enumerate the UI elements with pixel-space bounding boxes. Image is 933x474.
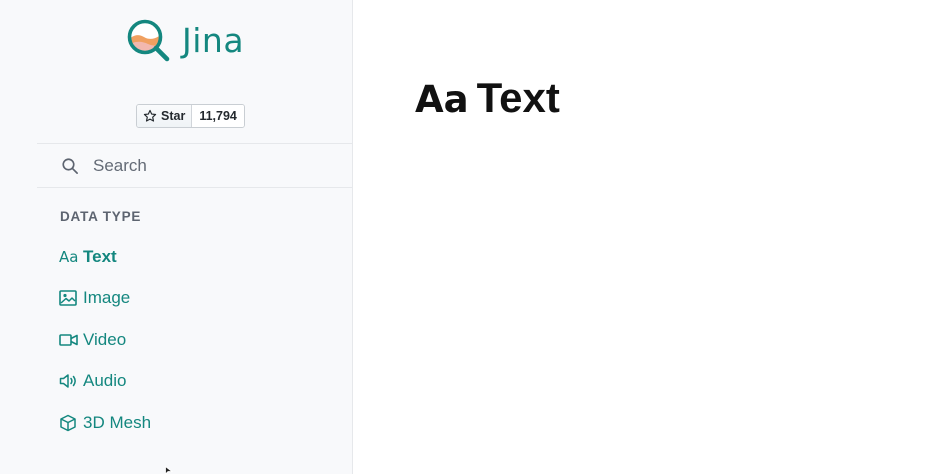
jina-logo-icon	[127, 19, 170, 62]
sidebar-item-label: Image	[83, 288, 131, 308]
star-icon	[143, 109, 157, 122]
text-aa-icon: Aa	[59, 247, 79, 266]
github-star-label: Star	[161, 109, 186, 123]
image-icon	[59, 290, 78, 307]
github-star-button[interactable]: Star	[137, 105, 192, 127]
video-icon	[59, 333, 78, 347]
section-heading-data-type: DATA TYPE	[60, 209, 142, 224]
search-icon	[62, 157, 78, 174]
page-title: Aa Text	[415, 74, 560, 122]
search-bar[interactable]	[37, 143, 352, 188]
mouse-cursor-icon	[165, 466, 174, 474]
data-type-nav: Aa Text Image Video Audio 3D Mesh	[59, 236, 319, 444]
app-window: Jina Star 11,794 DATA TYPE Aa Text	[0, 0, 933, 474]
title-text-aa-icon: Aa	[415, 78, 469, 121]
sidebar-item-label: Audio	[83, 371, 127, 391]
sidebar-item-3d-mesh[interactable]: 3D Mesh	[59, 402, 319, 444]
cube-icon	[59, 414, 78, 432]
sidebar-item-audio[interactable]: Audio	[59, 361, 319, 403]
brand-link[interactable]: Jina	[126, 18, 244, 62]
sidebar-item-video[interactable]: Video	[59, 319, 319, 361]
github-star-count[interactable]: 11,794	[191, 105, 244, 127]
search-input[interactable]	[91, 154, 315, 177]
sidebar-item-image[interactable]: Image	[59, 278, 319, 320]
sidebar-item-label: Text	[83, 246, 117, 266]
sidebar: Jina Star 11,794 DATA TYPE Aa Text	[0, 0, 353, 474]
sidebar-item-label: Video	[83, 329, 127, 349]
sidebar-item-label: 3D Mesh	[83, 412, 152, 432]
page-title-text: Text	[476, 74, 560, 121]
sidebar-item-text[interactable]: Aa Text	[59, 236, 319, 278]
audio-icon	[59, 373, 78, 389]
github-star-widget: Star 11,794	[136, 104, 245, 128]
brand-name: Jina	[182, 20, 245, 60]
